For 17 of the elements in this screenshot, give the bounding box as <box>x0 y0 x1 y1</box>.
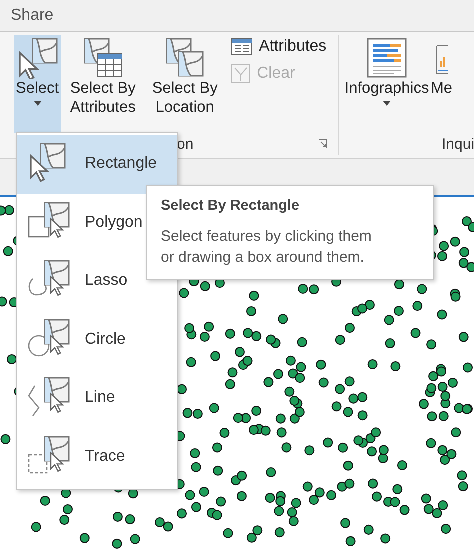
ribbon-button[interactable]: Me <box>429 35 455 133</box>
menu-item[interactable]: Rectangle <box>17 135 177 194</box>
menu-item[interactable]: Lasso <box>17 252 132 310</box>
group-label: on <box>177 136 194 152</box>
tooltip-text: Select features by clicking them or drawing a box around them. <box>161 227 373 268</box>
ribbon-button[interactable]: Infographics <box>347 35 427 133</box>
menu-item[interactable]: Trace <box>17 428 130 486</box>
tab-title[interactable]: Share <box>11 6 54 24</box>
menu-item[interactable]: Polygon <box>17 194 147 252</box>
ribbon-button[interactable]: Attributes <box>231 38 327 56</box>
ribbon-button[interactable]: Select <box>14 35 62 133</box>
ribbon-button[interactable]: Select By Location <box>145 35 226 133</box>
menu-item[interactable]: Circle <box>17 310 130 369</box>
menu-item[interactable]: Line <box>17 369 120 428</box>
ribbon-button[interactable]: Select By Attributes <box>63 35 144 133</box>
tooltip-title: Select By Rectangle <box>161 198 301 214</box>
group-label: Inqui <box>442 136 474 152</box>
